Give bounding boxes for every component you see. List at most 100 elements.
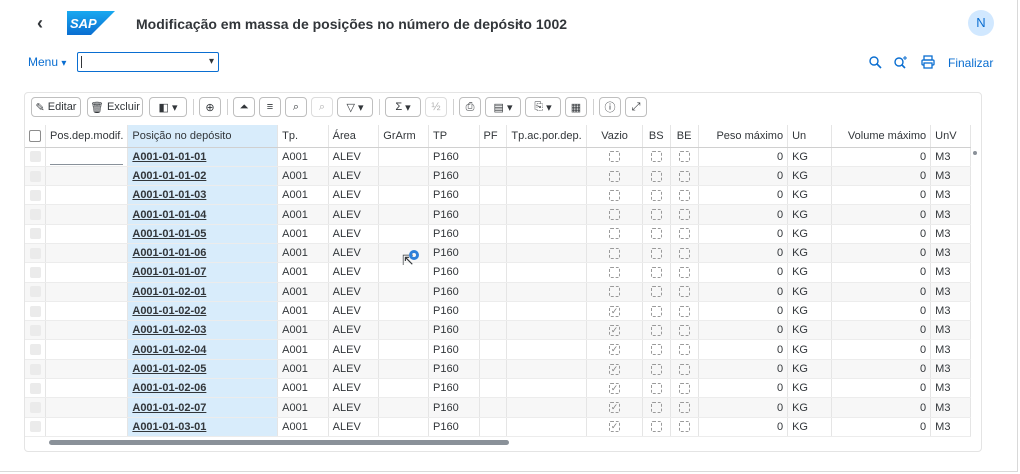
table-row[interactable]: A001-01-02-06 A001 ALEV P160 ✓ 0 KG 0 M3	[25, 378, 971, 399]
row-selector[interactable]	[25, 166, 46, 187]
command-field[interactable]: ▾	[77, 52, 219, 72]
menu-button[interactable]: Menu ▾	[28, 55, 66, 69]
modified-bin-input[interactable]	[45, 166, 129, 187]
row-selector[interactable]	[25, 282, 46, 302]
bs-checkbox[interactable]	[642, 282, 671, 302]
select-all-checkbox[interactable]	[25, 125, 46, 148]
column-header[interactable]: BS	[642, 125, 671, 148]
be-checkbox[interactable]	[670, 301, 699, 322]
storage-bin-link[interactable]: A001-01-02-06	[127, 378, 279, 399]
subtotal-button[interactable]: ½	[425, 97, 447, 117]
horizontal-scrollbar[interactable]	[49, 440, 509, 445]
be-checkbox[interactable]	[670, 185, 699, 206]
be-checkbox[interactable]	[670, 282, 699, 302]
empty-checkbox[interactable]: ✓	[586, 397, 643, 418]
column-header[interactable]: UnV	[930, 125, 971, 148]
table-row[interactable]: A001-01-02-05 A001 ALEV P160 ✓ 0 KG 0 M3	[25, 359, 971, 380]
empty-checkbox[interactable]: ✓	[586, 320, 643, 341]
column-header[interactable]: Área	[328, 125, 380, 148]
row-selector[interactable]	[25, 378, 46, 399]
empty-checkbox[interactable]: ✓	[586, 359, 643, 380]
delete-button[interactable]: 🗑 Excluir	[87, 97, 143, 117]
modified-bin-input[interactable]	[45, 243, 129, 264]
storage-bin-link[interactable]: A001-01-01-03	[127, 185, 279, 206]
be-checkbox[interactable]	[670, 320, 699, 341]
sort-descending-button[interactable]: ≡	[259, 97, 281, 117]
table-row[interactable]: A001-01-02-01 A001 ALEV P160 0 KG 0 M3	[25, 282, 971, 302]
bs-checkbox[interactable]	[642, 359, 671, 380]
storage-bin-link[interactable]: A001-01-01-06	[127, 243, 279, 264]
table-row[interactable]: A001-01-02-02 A001 ALEV P160 ✓ 0 KG 0 M3	[25, 301, 971, 322]
column-header[interactable]: Posição no depósito	[127, 125, 279, 148]
row-selector[interactable]	[25, 417, 46, 437]
bs-checkbox[interactable]	[642, 301, 671, 322]
empty-checkbox[interactable]	[586, 166, 643, 187]
table-row[interactable]: A001-01-01-05 A001 ALEV P160 0 KG 0 M3	[25, 224, 971, 244]
column-header[interactable]: TP	[428, 125, 480, 148]
empty-checkbox[interactable]: ✓	[586, 417, 643, 437]
modified-bin-input[interactable]	[45, 224, 129, 244]
user-avatar[interactable]: N	[968, 10, 994, 36]
table-row[interactable]: A001-01-01-02 A001 ALEV P160 0 KG 0 M3	[25, 166, 971, 187]
row-selector[interactable]	[25, 224, 46, 244]
table-row[interactable]: A001-01-03-01 A001 ALEV P160 ✓ 0 KG 0 M3	[25, 417, 971, 437]
empty-checkbox[interactable]: ✓	[586, 378, 643, 399]
be-checkbox[interactable]	[670, 417, 699, 437]
find-button[interactable]: ⌕	[285, 97, 307, 117]
storage-bin-link[interactable]: A001-01-01-02	[127, 166, 279, 187]
storage-bin-link[interactable]: A001-01-02-02	[127, 301, 279, 322]
empty-checkbox[interactable]	[586, 185, 643, 206]
export-menu-button[interactable]: ⎘ ▾	[525, 97, 561, 117]
storage-bin-link[interactable]: A001-01-01-04	[127, 204, 279, 225]
column-header[interactable]: Vazio	[586, 125, 643, 148]
bs-checkbox[interactable]	[642, 417, 671, 437]
column-header[interactable]: Tp.ac.por.dep.	[506, 125, 588, 148]
column-header[interactable]: Tp.	[277, 125, 329, 148]
modified-bin-input[interactable]	[45, 339, 129, 360]
chevron-down-icon[interactable]: ⌄	[515, 15, 524, 28]
print-icon[interactable]	[921, 55, 935, 69]
bs-checkbox[interactable]	[642, 262, 671, 283]
bs-checkbox[interactable]	[642, 378, 671, 399]
empty-checkbox[interactable]	[586, 224, 643, 244]
back-icon[interactable]: ‹	[30, 14, 50, 34]
modified-bin-input[interactable]	[45, 359, 129, 380]
be-checkbox[interactable]	[670, 397, 699, 418]
empty-checkbox[interactable]	[586, 262, 643, 283]
column-header[interactable]: PF	[479, 125, 508, 148]
be-checkbox[interactable]	[670, 166, 699, 187]
empty-checkbox[interactable]	[586, 282, 643, 302]
row-selector[interactable]	[25, 262, 46, 283]
filter-menu-button[interactable]: ▽ ▾	[337, 97, 373, 117]
row-selector[interactable]	[25, 243, 46, 264]
storage-bin-link[interactable]: A001-01-01-01	[127, 147, 279, 167]
storage-bin-link[interactable]: A001-01-02-07	[127, 397, 279, 418]
bs-checkbox[interactable]	[642, 185, 671, 206]
modified-bin-input[interactable]	[45, 417, 129, 437]
zoom-button[interactable]: ⊕	[199, 97, 221, 117]
exit-button[interactable]: Finalizar	[948, 56, 993, 70]
row-selector[interactable]	[25, 397, 46, 418]
row-selector[interactable]	[25, 147, 46, 167]
column-header[interactable]: Volume máximo	[831, 125, 932, 148]
be-checkbox[interactable]	[670, 204, 699, 225]
table-row[interactable]: A001-01-01-03 A001 ALEV P160 0 KG 0 M3	[25, 185, 971, 206]
be-checkbox[interactable]	[670, 147, 699, 167]
bs-checkbox[interactable]	[642, 224, 671, 244]
storage-bin-link[interactable]: A001-01-02-01	[127, 282, 279, 302]
modified-bin-input[interactable]	[45, 397, 129, 418]
print-preview-button[interactable]: ⎙	[459, 97, 481, 117]
bs-checkbox[interactable]	[642, 397, 671, 418]
info-button[interactable]: ⓘ	[599, 97, 621, 117]
bs-checkbox[interactable]	[642, 339, 671, 360]
vertical-scrollbar[interactable]	[973, 151, 977, 155]
row-selector[interactable]	[25, 359, 46, 380]
modified-bin-input[interactable]	[45, 204, 129, 225]
be-checkbox[interactable]	[670, 339, 699, 360]
empty-checkbox[interactable]: ✓	[586, 301, 643, 322]
views-menu-button[interactable]: ▤ ▾	[485, 97, 521, 117]
column-header[interactable]: Un	[787, 125, 832, 148]
bs-checkbox[interactable]	[642, 320, 671, 341]
bs-checkbox[interactable]	[642, 166, 671, 187]
sort-ascending-button[interactable]: ⏶	[233, 97, 255, 117]
